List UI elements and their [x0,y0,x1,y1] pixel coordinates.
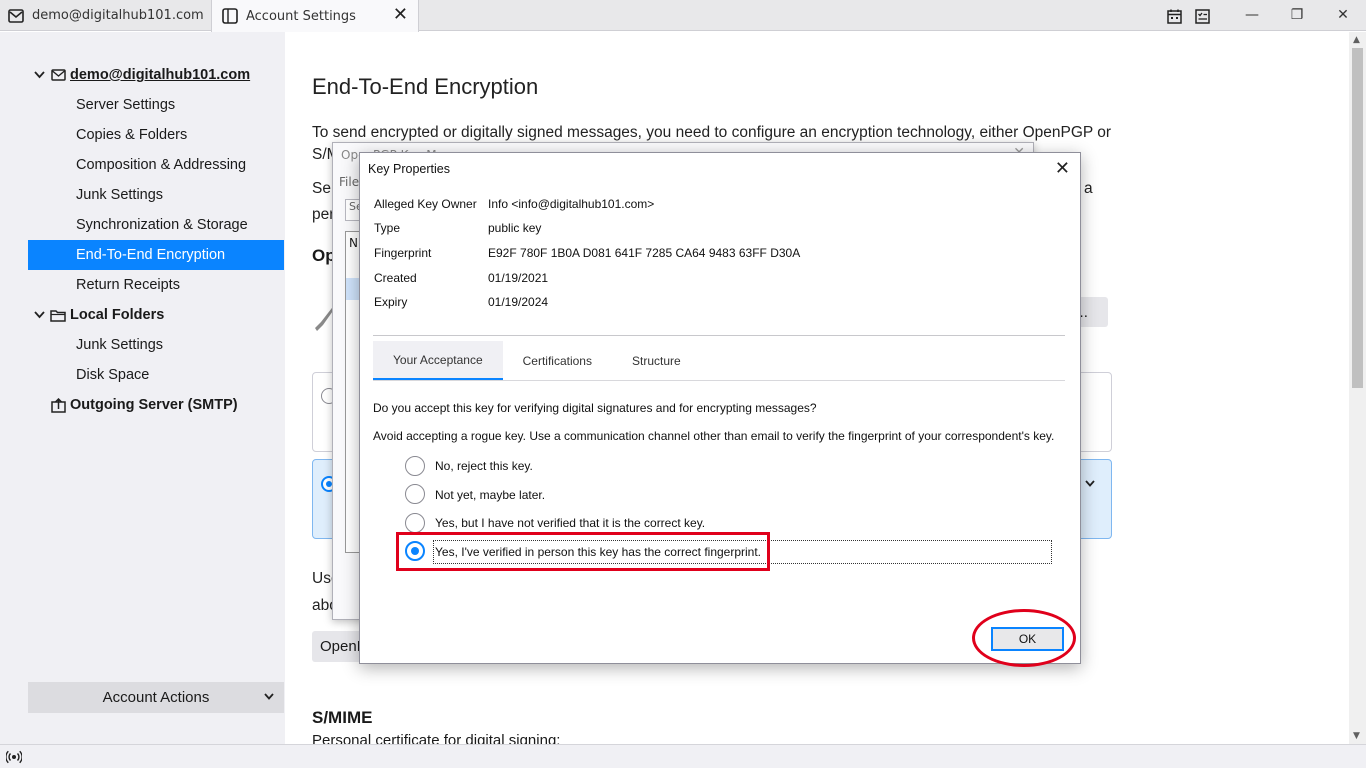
account-local-folders[interactable]: Local Folders [28,300,284,330]
account-sidebar: demo@digitalhub101.com Server Settings C… [0,32,285,744]
smime-heading: S/MIME [312,708,373,727]
sidebar-item-label: Server Settings [76,97,176,113]
sidebar-item-copies-folders[interactable]: Copies & Folders [28,120,284,150]
toolbar-icons [1160,6,1216,26]
mail-icon [50,67,66,83]
prop-label: Expiry [374,295,408,309]
tab-account-settings-label: Account Settings [246,8,356,24]
prop-value: 01/19/2024 [488,295,549,309]
close-tab-icon[interactable]: ✕ [393,6,408,24]
minimize-button[interactable]: — [1237,4,1267,26]
sidebar-item-label: Copies & Folders [76,127,188,143]
chevron-down-icon [264,689,274,703]
key-properties-dialog: Key Properties ✕ Alleged Key Owner Info <… [359,152,1081,664]
prop-value: public key [488,221,542,235]
prop-type: Type public key [374,219,541,237]
tab-structure[interactable]: Structure [612,341,701,381]
prop-label: Alleged Key Owner [374,197,477,211]
calendar-icon[interactable] [1166,8,1182,24]
sidebar-item-local-junk[interactable]: Junk Settings [28,330,284,360]
dialog-tabs: Your Acceptance Certifications Structure [373,341,701,381]
key-list-header: N [349,236,358,250]
mail-icon [8,8,24,24]
prop-value: Info <info@digitalhub101.com> [488,197,655,211]
settings-tab-icon [222,8,238,24]
sidebar-item-label: Junk Settings [76,187,164,203]
folder-icon [50,307,66,323]
account-demo-label: demo@digitalhub101.com [70,67,251,83]
scroll-down-icon[interactable]: ▼ [1353,731,1360,741]
sidebar-item-disk-space[interactable]: Disk Space [28,360,284,390]
close-icon[interactable]: ✕ [1055,159,1070,177]
restore-button[interactable]: ❐ [1282,4,1312,26]
sidebar-item-label: End-To-End Encryption [76,247,226,263]
scroll-up-icon[interactable]: ▲ [1353,35,1360,45]
tab-divider [373,380,1065,381]
page-title: End-To-End Encryption [312,74,539,99]
option-reject-label[interactable]: No, reject this key. [435,455,533,477]
tab-your-acceptance[interactable]: Your Acceptance [373,341,503,381]
account-actions-label: Account Actions [102,689,210,706]
scrollbar-thumb[interactable] [1352,48,1363,388]
account-actions-button[interactable]: Account Actions [28,682,284,713]
option-unverified-label[interactable]: Yes, but I have not verified that it is … [435,512,705,534]
sidebar-item-return-receipts[interactable]: Return Receipts [28,270,284,300]
acceptance-question: Do you accept this key for verifying dig… [373,401,817,415]
key-manager-menu-file[interactable]: File [339,175,359,189]
sidebar-item-label: Disk Space [76,367,150,383]
tab-mail[interactable]: demo@digitalhub101.com [0,0,210,31]
radio-unverified[interactable] [405,513,425,533]
acceptance-warning: Avoid accepting a rogue key. Use a commu… [373,429,1055,443]
chevron-down-icon[interactable] [1085,474,1095,490]
prop-value: E92F 780F 1B0A D081 641F 7285 CA64 9483 … [488,246,801,260]
account-outgoing-server[interactable]: Outgoing Server (SMTP) [28,390,284,420]
tab-mail-label: demo@digitalhub101.com [32,8,204,23]
outgoing-server-icon [50,397,66,413]
dialog-title: Key Properties [368,162,450,176]
tab-certifications[interactable]: Certifications [503,341,612,381]
sidebar-item-label: Return Receipts [76,277,180,293]
sidebar-item-sync-storage[interactable]: Synchronization & Storage [28,210,284,240]
prop-label: Created [374,271,417,285]
prop-created: Created 01/19/2021 [374,269,548,287]
annotation-highlight-rect [396,532,770,571]
select-fragment-end: a [1084,180,1093,197]
sidebar-item-label: Synchronization & Storage [76,217,248,233]
smime-subheading: Personal certificate for digital signing… [312,732,561,744]
prop-expiry: Expiry 01/19/2024 [374,293,548,311]
account-local-folders-label: Local Folders [70,307,165,323]
option-not-yet-label[interactable]: Not yet, maybe later. [435,484,545,506]
tasks-icon[interactable] [1194,8,1210,24]
chevron-down-icon[interactable] [32,311,46,319]
window-close-button[interactable]: ✕ [1328,4,1358,26]
tab-bar: demo@digitalhub101.com Account Settings … [0,0,1366,32]
chevron-down-icon[interactable] [32,71,46,79]
prop-label: Fingerprint [374,246,432,260]
status-bar [0,744,1366,768]
sidebar-item-label: Junk Settings [76,337,164,353]
scrollbar[interactable]: ▲ ▼ [1349,32,1366,744]
prop-value: 01/19/2021 [488,271,549,285]
activity-icon[interactable] [5,749,23,765]
divider [373,335,1065,336]
sidebar-item-junk-settings[interactable]: Junk Settings [28,180,284,210]
sidebar-item-label: Composition & Addressing [76,157,247,173]
sidebar-item-e2e-encryption[interactable]: End-To-End Encryption [28,240,284,270]
account-tree: demo@digitalhub101.com Server Settings C… [28,60,284,420]
tab-account-settings[interactable]: Account Settings ✕ [211,0,419,32]
radio-not-yet[interactable] [405,484,425,504]
sidebar-item-composition[interactable]: Composition & Addressing [28,150,284,180]
prop-fingerprint: Fingerprint E92F 780F 1B0A D081 641F 7285… [374,244,800,262]
prop-label: Type [374,221,401,235]
account-demo[interactable]: demo@digitalhub101.com [28,60,284,90]
prop-owner: Alleged Key Owner Info <info@digitalhub10… [374,195,654,213]
sidebar-item-server-settings[interactable]: Server Settings [28,90,284,120]
radio-reject[interactable] [405,456,425,476]
annotation-highlight-ellipse [972,609,1076,667]
account-outgoing-server-label: Outgoing Server (SMTP) [70,397,238,413]
